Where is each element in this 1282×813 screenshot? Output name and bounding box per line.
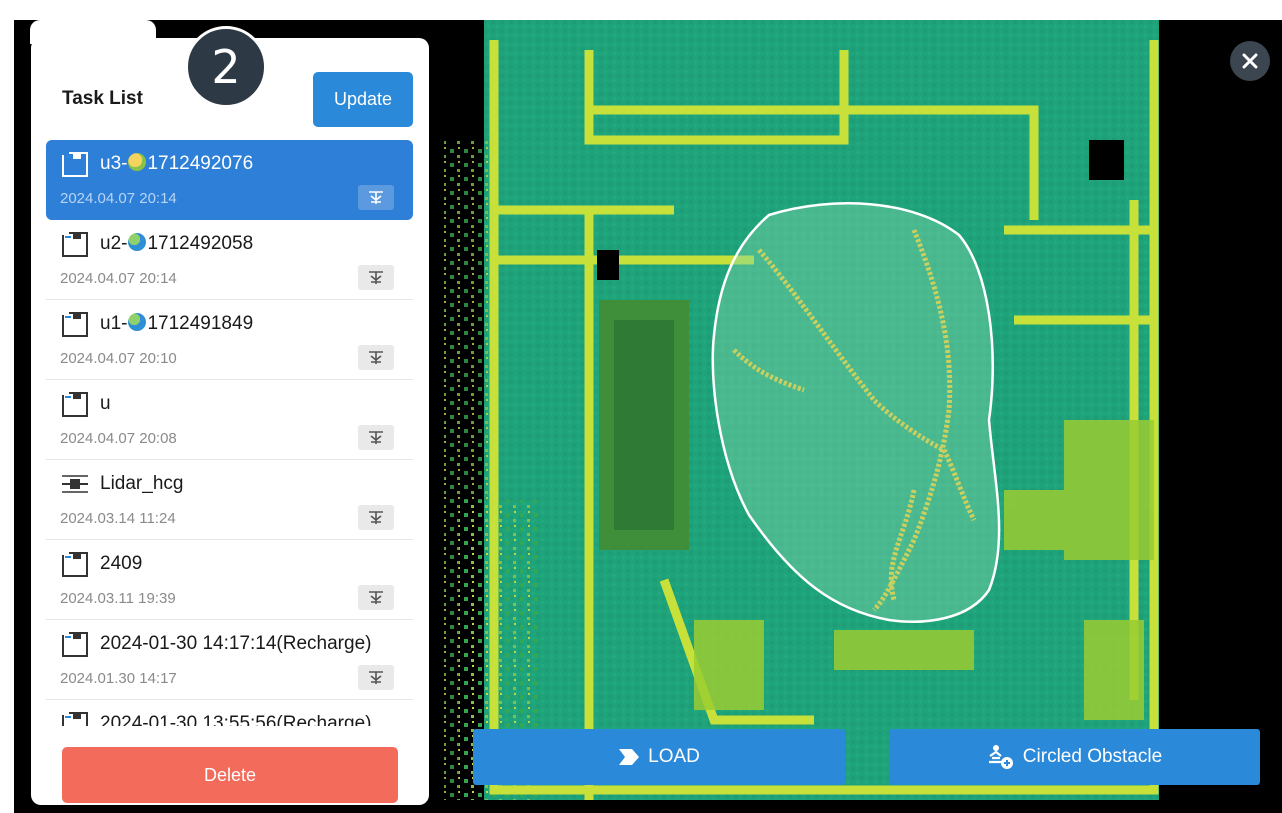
task-options-button[interactable]: [358, 185, 394, 210]
task-options-icon: [369, 670, 383, 684]
globe-icon: [128, 233, 147, 251]
task-row[interactable]: u3- 1712492076 2024.04.07 20:14: [46, 140, 413, 220]
globe-icon: [128, 313, 147, 331]
task-date: 2024.03.14 11:24: [60, 510, 176, 527]
task-name: 2409: [100, 553, 143, 574]
app-frame: Task List Update u3- 1712492076 2024.04.07…: [14, 20, 1282, 813]
close-icon: [1242, 53, 1258, 69]
task-name: Lidar_hcg: [100, 473, 184, 494]
task-options-icon: [369, 590, 383, 604]
task-row[interactable]: u2- 1712492058 2024.04.07 20:14: [46, 220, 413, 300]
task-row[interactable]: 2024-01-30 13:55:56(Recharge): [46, 700, 413, 726]
task-list-panel: Task List Update u3- 1712492076 2024.04.07…: [31, 38, 429, 805]
panel-title: Task List: [62, 88, 143, 109]
task-name: 2024-01-30 14:17:14(Recharge): [100, 633, 372, 654]
task-file-icon: [62, 552, 88, 577]
task-file-icon: [62, 232, 88, 257]
task-file-icon: [62, 712, 88, 726]
task-date: 2024.03.11 19:39: [60, 590, 176, 607]
step-badge: 2: [185, 26, 267, 108]
task-row[interactable]: Lidar_hcg 2024.03.14 11:24: [46, 460, 413, 540]
task-options-button[interactable]: [358, 585, 394, 610]
update-button[interactable]: Update: [313, 72, 413, 127]
task-options-button[interactable]: [358, 425, 394, 450]
load-button[interactable]: LOAD: [473, 729, 845, 785]
task-options-icon: [369, 270, 383, 284]
task-row[interactable]: 2409 2024.03.11 19:39: [46, 540, 413, 620]
task-name: u1- 1712491849: [100, 313, 254, 334]
task-name: u2- 1712492058: [100, 233, 254, 254]
task-list[interactable]: u3- 1712492076 2024.04.07 20:14 u2- 17124920…: [46, 140, 413, 726]
arrow-tag-icon: [619, 749, 640, 765]
obstacle-add-icon: [988, 745, 1013, 769]
task-options-icon: [369, 510, 383, 524]
lidar-task-icon: [62, 475, 88, 493]
task-date: 2024.04.07 20:10: [60, 350, 177, 367]
task-options-icon: [369, 190, 383, 204]
task-options-button[interactable]: [358, 665, 394, 690]
task-file-icon: [62, 632, 88, 657]
task-date: 2024.04.07 20:08: [60, 430, 177, 447]
task-file-icon: [62, 152, 88, 177]
task-date: 2024.01.30 14:17: [60, 670, 177, 687]
close-button[interactable]: [1230, 41, 1270, 81]
task-options-icon: [369, 350, 383, 364]
task-options-button[interactable]: [358, 345, 394, 370]
task-date: 2024.04.07 20:14: [60, 270, 177, 287]
task-options-icon: [369, 430, 383, 444]
delete-button[interactable]: Delete: [62, 747, 398, 803]
task-options-button[interactable]: [358, 505, 394, 530]
task-row[interactable]: u 2024.04.07 20:08: [46, 380, 413, 460]
circled-obstacle-label: Circled Obstacle: [1022, 746, 1163, 767]
load-label: LOAD: [648, 746, 700, 767]
task-name: u: [100, 393, 111, 414]
task-options-button[interactable]: [358, 265, 394, 290]
globe-yellow-icon: [128, 153, 147, 171]
task-date: 2024.04.07 20:14: [60, 190, 177, 207]
circled-obstacle-button[interactable]: Circled Obstacle: [889, 729, 1260, 785]
task-name: u3- 1712492076: [100, 153, 254, 174]
task-file-icon: [62, 392, 88, 417]
task-row[interactable]: u1- 1712491849 2024.04.07 20:10: [46, 300, 413, 380]
task-name: 2024-01-30 13:55:56(Recharge): [100, 713, 372, 726]
task-file-icon: [62, 312, 88, 337]
task-row[interactable]: 2024-01-30 14:17:14(Recharge) 2024.01.30 …: [46, 620, 413, 700]
